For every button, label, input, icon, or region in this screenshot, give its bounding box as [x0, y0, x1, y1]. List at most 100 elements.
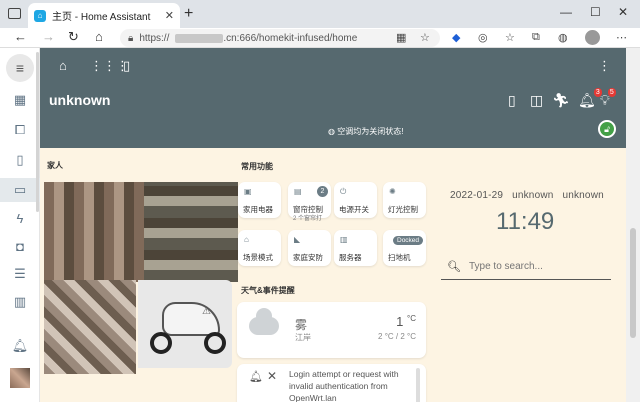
- energy-icon[interactable]: ϟ: [0, 206, 40, 230]
- sidebar-scrollbar[interactable]: [36, 52, 39, 212]
- func-lights[interactable]: ✺ 灯光控制: [383, 182, 426, 218]
- scrollbar-thumb[interactable]: [630, 228, 636, 338]
- menu-icon[interactable]: ≡: [6, 54, 34, 82]
- lock-button[interactable]: 🔓︎: [598, 120, 616, 138]
- light-badge: 5: [607, 88, 616, 97]
- dashboard-icon[interactable]: ▦: [0, 88, 40, 112]
- collections-icon[interactable]: ⧉: [532, 31, 540, 44]
- search-icon: 🔍︎: [447, 261, 461, 273]
- page-scrollbar[interactable]: [626, 48, 640, 402]
- extension-icon[interactable]: ◆: [452, 31, 460, 44]
- func-curtains[interactable]: ▤ 2 窗帘控制 2 个窗帘打: [288, 182, 331, 222]
- tablet-icon[interactable]: ▯: [0, 148, 40, 172]
- search-input[interactable]: [468, 261, 599, 272]
- person-photo[interactable]: [44, 182, 144, 282]
- server-icon: ▥: [340, 235, 348, 244]
- plug-icon: ⏻: [340, 187, 347, 196]
- close-window-icon[interactable]: ✕: [618, 5, 628, 19]
- clock: 11:49: [496, 208, 555, 235]
- scooter-wheel: [204, 332, 226, 354]
- home-icon[interactable]: ⌂: [95, 29, 103, 44]
- weather-range: 2 °C / 2 °C: [378, 332, 416, 341]
- more-vert-icon[interactable]: ⋮: [598, 58, 611, 74]
- favorite-icon[interactable]: ☆: [420, 31, 430, 44]
- reload-icon[interactable]: ↻: [68, 29, 79, 45]
- door-status-icon[interactable]: ▯: [508, 92, 516, 109]
- weather-location: 江岸: [295, 333, 311, 342]
- sidebar: ≡ ▦ ⧠ ▯ ▭ ϟ ◘ ☰ ▥ 🔔︎: [0, 48, 40, 402]
- url-domain: .cn:666/homekit-infused/home: [223, 32, 358, 44]
- motion-icon[interactable]: 🏃︎: [552, 92, 570, 109]
- page-title: unknown: [49, 92, 111, 108]
- scooter-image: [162, 302, 220, 336]
- address-bar: ← → ↻ ⌂ 🔒︎ https:// .cn:666/homekit-infus…: [0, 28, 640, 48]
- notifications-icon[interactable]: 🔔︎: [0, 334, 40, 358]
- section-common: 常用功能: [241, 162, 273, 171]
- url-field[interactable]: 🔒︎ https:// .cn:666/homekit-infused/home: [120, 29, 440, 47]
- chart-icon[interactable]: ▥: [0, 290, 40, 314]
- scooter-card[interactable]: ⚠: [138, 280, 232, 368]
- weather-card[interactable]: 雾 江岸 1 °C 2 °C / 2 °C: [237, 302, 426, 358]
- dismiss-icon[interactable]: ✕: [267, 369, 277, 383]
- notification-scrollbar[interactable]: [416, 368, 420, 402]
- tab-strip: ⌂ 主页 - Home Assistant ✕ + — ☐ ✕: [0, 0, 640, 28]
- alert-bell-icon[interactable]: 🔔︎ 3: [578, 88, 602, 109]
- avatar[interactable]: [585, 30, 600, 45]
- func-vacuum[interactable]: Docked 扫地机: [383, 230, 426, 266]
- scene-icon: ⌂: [244, 235, 249, 244]
- section-family: 家人: [47, 161, 63, 170]
- new-tab-icon[interactable]: +: [184, 5, 193, 23]
- back-icon[interactable]: ←: [14, 29, 27, 44]
- header: ⌂ ⋮⋮⋮ ▯ ⋮ unknown ▯ ◫ 🏃︎ 🔔︎ 3 💡︎ 5 ◍ 空调均为关…: [40, 48, 626, 148]
- tab-actions-icon[interactable]: [8, 8, 21, 19]
- tab-title: 主页 - Home Assistant: [52, 12, 151, 23]
- profile-icon[interactable]: ◍: [558, 31, 568, 44]
- func-server[interactable]: ▥ 服务器: [334, 230, 377, 266]
- maximize-icon[interactable]: ☐: [590, 5, 601, 19]
- list-icon[interactable]: ☰: [0, 262, 40, 286]
- app-content: ⌂ ⋮⋮⋮ ▯ ⋮ unknown ▯ ◫ 🏃︎ 🔔︎ 3 💡︎ 5 ◍ 空调均为关…: [40, 48, 626, 402]
- search-box: 🔍︎: [441, 254, 611, 280]
- lamp-icon: ✺: [389, 187, 396, 196]
- status-badge: Docked: [393, 236, 424, 245]
- reader-icon[interactable]: ▦: [396, 31, 406, 44]
- url-prefix: https://: [139, 32, 170, 44]
- url-redacted: [175, 33, 224, 43]
- extension-2-icon[interactable]: ◎: [478, 31, 488, 44]
- date-display: 2022-01-29 unknown unknown: [450, 190, 604, 201]
- person-icon[interactable]: ◘: [0, 234, 40, 258]
- weather-condition: 雾: [295, 318, 308, 332]
- ac-notice: ◍ 空调均为关闭状态!: [328, 127, 404, 136]
- door-icon[interactable]: ▯: [123, 58, 130, 74]
- lock-icon: 🔒︎: [128, 32, 134, 44]
- more-icon[interactable]: ⋯: [616, 31, 627, 44]
- info-icon: ◍: [328, 127, 335, 136]
- light-bulb-icon[interactable]: 💡︎ 5: [600, 88, 616, 109]
- home-icon[interactable]: ⌂: [59, 58, 67, 73]
- scooter-wheel: [150, 332, 172, 354]
- appliance-icon: ▣: [244, 187, 252, 196]
- window-status-icon[interactable]: ◫: [530, 92, 543, 109]
- monitor-icon[interactable]: ▭: [0, 178, 40, 202]
- bell-icon: 🔔︎: [249, 371, 263, 383]
- notification-message: Login attempt or request with invalid au…: [289, 369, 399, 402]
- minimize-icon[interactable]: —: [560, 5, 572, 19]
- person-photo[interactable]: [144, 182, 238, 282]
- func-power[interactable]: ⏻ 电源开关: [334, 182, 377, 218]
- warning-icon: ⚠: [202, 306, 211, 317]
- close-tab-icon[interactable]: ✕: [165, 9, 174, 22]
- notification-card: 🔔︎ ✕ Login attempt or request with inval…: [237, 364, 426, 402]
- browser-tab[interactable]: ⌂ 主页 - Home Assistant ✕: [28, 3, 180, 28]
- curtain-icon: ▤: [294, 187, 302, 196]
- person-photo[interactable]: [44, 280, 136, 374]
- favorites-icon[interactable]: ☆: [505, 31, 515, 44]
- devices-icon[interactable]: ⧠: [0, 118, 40, 142]
- section-weather-alert: 天气&事件提醒: [241, 286, 295, 295]
- forward-icon[interactable]: →: [42, 29, 55, 44]
- func-scenes[interactable]: ⌂ 场景模式: [238, 230, 281, 266]
- func-appliances[interactable]: ▣ 家用电器: [238, 182, 281, 218]
- weather-temp: 1 °C: [396, 314, 416, 329]
- user-avatar[interactable]: [10, 368, 30, 388]
- func-security[interactable]: ◣ 家庭安防: [288, 230, 331, 266]
- home-assistant-icon: ⌂: [34, 9, 46, 22]
